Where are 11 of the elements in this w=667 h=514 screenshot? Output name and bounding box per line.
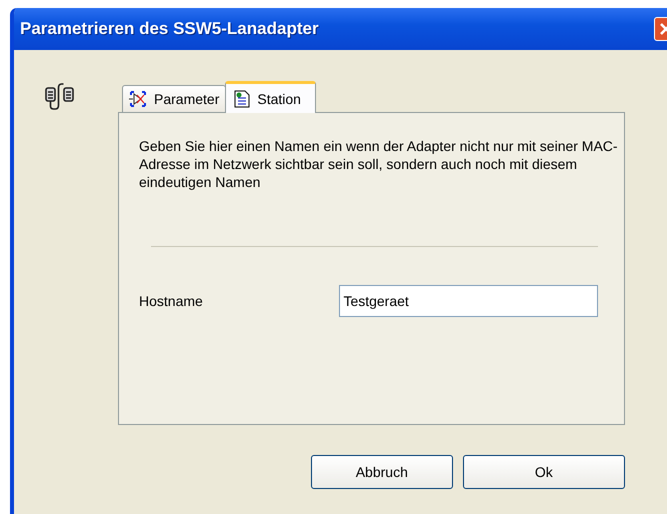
cancel-button[interactable]: Abbruch <box>311 455 453 489</box>
hostname-label: Hostname <box>139 293 204 309</box>
tab[interactable]: Parameter <box>122 85 226 112</box>
network-adapter-icon <box>44 82 76 110</box>
window-title: Parametrieren des SSW5-Lanadapter <box>20 19 319 39</box>
ok-button[interactable]: Ok <box>462 455 625 489</box>
tab[interactable]: Station <box>225 81 316 113</box>
amplifier-icon <box>129 90 147 108</box>
document-icon <box>234 90 250 108</box>
hostname-field[interactable]: Testgeraet <box>339 285 598 317</box>
description-text: Geben Sie hier einen Namen ein wenn der Adapter nicht nur mit seiner MAC-Adresse im Netzwerk sichtbar sein soll, sondern auch noch mit diesem eindeutigen Namen <box>139 137 619 191</box>
